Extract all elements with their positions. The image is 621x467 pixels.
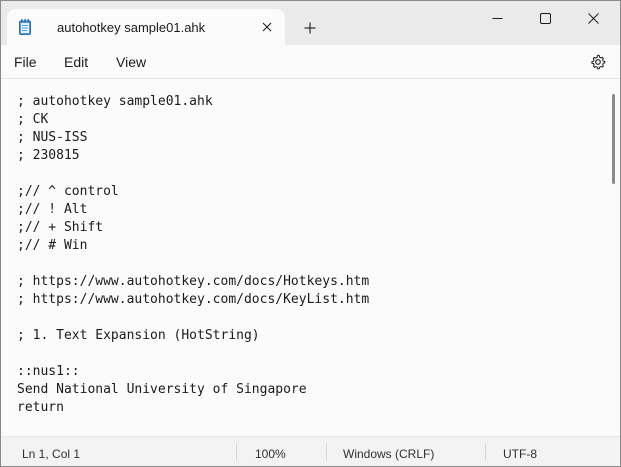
editor-line: ; autohotkey sample01.ahk (17, 94, 213, 109)
editor-line: ;// ! Alt (17, 202, 88, 217)
status-divider (326, 443, 327, 461)
editor-line: ; https://www.autohotkey.com/docs/KeyLis… (17, 292, 370, 307)
menu-file[interactable]: File (14, 54, 37, 70)
status-divider (485, 443, 486, 461)
menu-bar: File Edit View (1, 45, 620, 79)
gear-icon[interactable] (588, 52, 608, 72)
editor-line: ; https://www.autohotkey.com/docs/Hotkey… (17, 274, 370, 289)
title-bar: autohotkey sample01.ahk (1, 1, 620, 45)
menu-edit[interactable]: Edit (64, 54, 88, 70)
editor-line: ::nus1:: (17, 364, 80, 379)
document-tab[interactable]: autohotkey sample01.ahk (7, 9, 285, 45)
editor-line: Send National University of Singapore (17, 382, 307, 397)
editor-line: ;// + Shift (17, 220, 104, 235)
editor-line: ; CK (17, 112, 49, 127)
tab-title: autohotkey sample01.ahk (57, 20, 206, 35)
close-icon[interactable] (570, 1, 616, 35)
notepad-window: autohotkey sample01.ahk File Edit View ;… (0, 0, 621, 467)
editor-line: ; 1. Text Expansion (HotString) (17, 328, 260, 343)
editor-line: ;// # Win (17, 238, 88, 253)
editor-line: ; NUS-ISS (17, 130, 88, 145)
editor-line: ; 230815 (17, 148, 80, 163)
editor-line: return (17, 400, 64, 415)
encoding: UTF-8 (503, 447, 537, 461)
close-icon[interactable] (257, 17, 277, 37)
maximize-icon[interactable] (522, 1, 568, 35)
menu-view[interactable]: View (116, 54, 146, 70)
plus-icon[interactable] (299, 17, 321, 39)
text-editor[interactable]: ; autohotkey sample01.ahk ; CK ; NUS-ISS… (1, 79, 620, 435)
status-bar: Ln 1, Col 1 100% Windows (CRLF) UTF-8 (1, 436, 620, 466)
editor-line: ;// ^ control (17, 184, 119, 199)
zoom-level: 100% (255, 447, 286, 461)
vertical-scrollbar[interactable] (612, 94, 615, 184)
cursor-position: Ln 1, Col 1 (22, 447, 81, 461)
line-ending: Windows (CRLF) (343, 447, 435, 461)
notepad-icon (19, 19, 31, 35)
minimize-icon[interactable] (474, 1, 520, 35)
status-divider (236, 443, 237, 461)
